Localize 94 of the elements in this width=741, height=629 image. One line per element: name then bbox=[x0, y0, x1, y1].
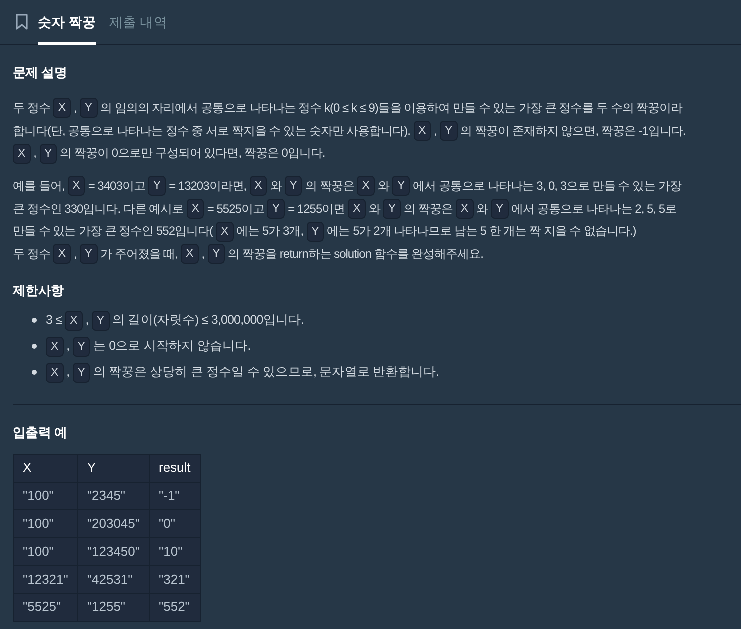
inline-code: X bbox=[13, 144, 31, 164]
description-text: = 3403이고 bbox=[88, 178, 146, 196]
inline-code: X bbox=[46, 362, 64, 383]
table-header-cell: X bbox=[14, 454, 78, 482]
table-header-cell: Y bbox=[78, 454, 150, 482]
bookmark-icon[interactable] bbox=[16, 14, 28, 30]
description-text: = 5525이고 bbox=[207, 200, 264, 218]
inline-code: Y bbox=[267, 199, 286, 220]
description-text: 의 짝꿍은 상당히 큰 정수일 수 있으므로, 문자열로 반환합니다. bbox=[93, 364, 440, 382]
description-text: 에서 공통으로 나타나는 2, 5, 5로 bbox=[512, 200, 677, 218]
inline-code: X bbox=[250, 176, 268, 196]
description-text: , bbox=[74, 246, 77, 264]
description-text: 두 정수 bbox=[13, 246, 50, 264]
tab[interactable]: 제출 내역 bbox=[109, 0, 168, 44]
inline-code: X bbox=[46, 336, 64, 357]
description-text: , bbox=[86, 312, 89, 330]
description-text: 가 주어졌을 때, bbox=[100, 246, 178, 264]
table-cell: "203045" bbox=[78, 510, 150, 538]
description-text: 합니다(단, 공통으로 나타나는 정수 중 서로 짝지을 수 있는 숫자만 사용합니다). bbox=[13, 122, 410, 140]
description-text: 의 짝꿍이 존재하지 않으면, 짝꿍은 -1입니다. bbox=[460, 122, 686, 140]
inline-code: Y bbox=[80, 244, 98, 264]
table-cell: "552" bbox=[150, 593, 200, 622]
inline-code: Y bbox=[306, 222, 324, 242]
section-heading: 입출력 예 bbox=[13, 424, 68, 442]
description-text: 의 짝꿍이 0으로만 구성되어 있다면, 짝꿍은 0입니다. bbox=[60, 145, 326, 162]
table-cell: "-1" bbox=[150, 482, 200, 510]
description-text: 의 임의의 자리에서 공통으로 나타나는 정수 k(0 ≤ k ≤ 9)들을 이용하여 만들 수 있는 가장 큰 정수를 두 수의 짝꿍이라 bbox=[100, 100, 683, 117]
description-text: 두 정수 bbox=[13, 100, 50, 117]
inline-code: X bbox=[186, 199, 204, 220]
inline-code: Y bbox=[491, 199, 509, 220]
section-heading: 제한사항 bbox=[13, 282, 65, 300]
bullet-icon bbox=[32, 318, 37, 324]
description-text: 에는 5가 3개, bbox=[236, 223, 304, 240]
description-text: = 13203이라면, bbox=[169, 178, 247, 196]
inline-code: X bbox=[216, 222, 234, 242]
description-text: 큰 정수인 330입니다. 다른 예시로 bbox=[13, 200, 184, 218]
table-cell: "5525" bbox=[14, 593, 78, 622]
inline-code: X bbox=[348, 199, 366, 220]
section-heading: 문제 설명 bbox=[13, 64, 68, 82]
description-text: , bbox=[66, 338, 70, 356]
description-text: 의 길이(자릿수) ≤ 3,000,000입니다. bbox=[112, 312, 304, 330]
table-header-cell: result bbox=[150, 454, 200, 482]
inline-code: Y bbox=[284, 176, 302, 196]
table-cell: "42531" bbox=[78, 566, 150, 594]
description-text: 의 짝꿍은 bbox=[305, 178, 354, 196]
inline-code: X bbox=[68, 176, 86, 196]
inline-code: Y bbox=[40, 144, 58, 164]
description-text: 와 bbox=[368, 200, 380, 218]
description-text: , bbox=[34, 145, 37, 162]
description-text: , bbox=[434, 122, 438, 140]
inline-code: Y bbox=[383, 199, 401, 220]
description-text: 에서 공통으로 나타나는 3, 0, 3으로 만들 수 있는 가장 bbox=[413, 178, 682, 196]
inline-code: X bbox=[414, 121, 432, 142]
description-text: 3 ≤ bbox=[46, 312, 62, 330]
table-cell: "321" bbox=[150, 566, 200, 594]
inline-code: Y bbox=[72, 362, 90, 383]
description-text: 예를 들어, bbox=[13, 178, 65, 196]
inline-code: Y bbox=[148, 176, 166, 196]
description-text: , bbox=[74, 100, 77, 117]
table-cell: "2345" bbox=[78, 482, 150, 510]
table-cell: "123450" bbox=[78, 538, 150, 566]
description-text: , bbox=[66, 364, 70, 382]
inline-code: X bbox=[357, 176, 375, 196]
table-cell: "100" bbox=[14, 510, 78, 538]
description-text: , bbox=[202, 246, 205, 264]
table-cell: "12321" bbox=[14, 566, 78, 594]
description-text: 만들 수 있는 가장 큰 정수인 552입니다( bbox=[13, 223, 214, 240]
inline-code: X bbox=[65, 310, 83, 331]
table-cell: "10" bbox=[150, 538, 200, 566]
description-text: 와 bbox=[378, 178, 390, 196]
description-text: 의 짝꿍을 return하는 solution 함수를 완성해주세요. bbox=[228, 246, 484, 264]
tab[interactable]: 숫자 짝꿍 bbox=[38, 0, 96, 44]
description-text: 와 bbox=[476, 200, 488, 218]
description-text: 와 bbox=[270, 178, 282, 196]
inline-code: Y bbox=[72, 336, 90, 357]
inline-code: Y bbox=[80, 98, 98, 118]
description-text: 에는 5가 2개 나타나므로 남는 5 한 개는 짝 지을 수 없습니다.) bbox=[327, 223, 636, 240]
description-text: = 1255이면 bbox=[288, 200, 346, 218]
inline-code: Y bbox=[440, 121, 458, 142]
inline-code: Y bbox=[208, 244, 226, 264]
inline-code: X bbox=[53, 244, 72, 264]
table-cell: "100" bbox=[14, 538, 78, 566]
inline-code: X bbox=[181, 244, 199, 264]
description-text: 의 짝꿍은 bbox=[404, 200, 453, 218]
inline-code: Y bbox=[392, 176, 410, 196]
bullet-icon bbox=[32, 344, 37, 350]
table-cell: "100" bbox=[14, 482, 78, 510]
table-cell: "1255" bbox=[78, 593, 150, 622]
inline-code: Y bbox=[92, 310, 110, 331]
inline-code: X bbox=[53, 98, 72, 118]
table-cell: "0" bbox=[150, 510, 200, 538]
bullet-icon bbox=[32, 370, 37, 376]
description-text: 는 0으로 시작하지 않습니다. bbox=[93, 338, 251, 356]
inline-code: X bbox=[456, 199, 474, 220]
